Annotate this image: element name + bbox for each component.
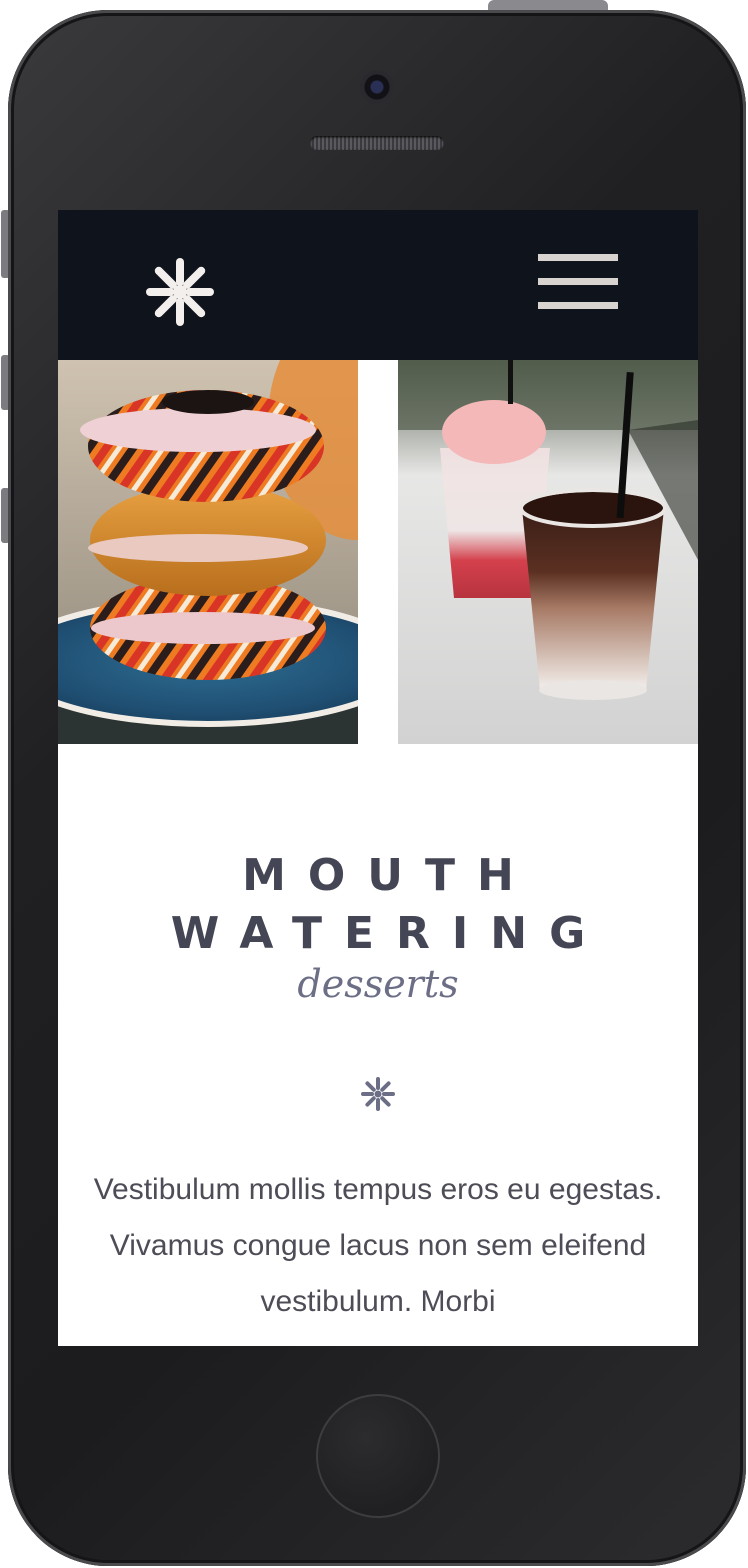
phone-screen: MOUTH WATERING desserts Vestibulum molli… <box>58 210 698 1346</box>
hero-subtitle: desserts <box>297 962 459 1006</box>
hero-title-line-1: MOUTH <box>242 850 536 901</box>
top-navbar <box>58 210 698 360</box>
asterisk-icon <box>361 1077 395 1111</box>
bagel-stack-photo <box>58 360 358 744</box>
hamburger-menu-icon[interactable] <box>538 254 618 310</box>
hero-body-text: Vestibulum mollis tempus eros eu egestas… <box>93 1173 663 1318</box>
asterisk-flower-icon[interactable] <box>144 256 216 328</box>
iced-drinks-photo <box>398 360 698 744</box>
front-camera-icon <box>360 70 394 104</box>
hero-title-line-2: WATERING <box>170 908 608 959</box>
home-button[interactable] <box>316 1394 440 1518</box>
earpiece-speaker <box>310 136 444 150</box>
